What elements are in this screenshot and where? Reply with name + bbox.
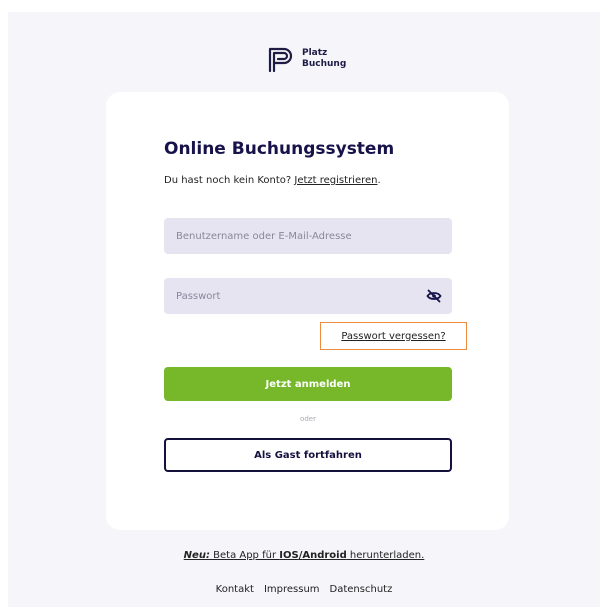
signup-prompt-text: Du hast noch kein Konto? [164, 175, 295, 186]
signup-prompt: Du hast noch kein Konto? Jetzt registrie… [164, 175, 381, 186]
signup-prompt-suffix: . [377, 175, 381, 186]
footer-links: Kontakt Impressum Datenschutz [0, 584, 608, 595]
username-field-container [164, 218, 452, 254]
login-button[interactable]: Jetzt anmelden [164, 367, 452, 401]
logo-line-2: Buchung [302, 59, 347, 69]
password-input[interactable] [164, 278, 452, 314]
footer-link-impressum[interactable]: Impressum [264, 584, 320, 595]
username-input[interactable] [164, 218, 452, 254]
page-title: Online Buchungssystem [164, 139, 395, 159]
app-note-text-1: Beta App für [209, 550, 280, 561]
app-note-text-2: herunterladen. [346, 550, 425, 561]
footer-link-kontakt[interactable]: Kontakt [216, 584, 254, 595]
password-field-container [164, 278, 452, 314]
app-note-android: Android [302, 550, 347, 561]
app-note-prefix: Neu: [183, 550, 210, 561]
footer-link-datenschutz[interactable]: Datenschutz [330, 584, 393, 595]
guest-button[interactable]: Als Gast fortfahren [164, 438, 452, 472]
app-download-link[interactable]: Neu: Beta App für IOS/Android herunterla… [0, 550, 608, 561]
platz-buchung-logo-icon [268, 47, 293, 73]
logo-text: Platz Buchung [302, 48, 346, 70]
forgot-password-highlight: Passwort vergessen? [320, 322, 467, 350]
logo[interactable]: Platz Buchung [264, 44, 346, 74]
logo-line-1: Platz [302, 48, 328, 58]
register-link[interactable]: Jetzt registrieren [294, 175, 377, 186]
app-note-ios: IOS [279, 550, 299, 561]
eye-slash-icon[interactable] [426, 289, 442, 303]
forgot-password-link[interactable]: Passwort vergessen? [341, 331, 445, 342]
or-divider-text: oder [300, 415, 316, 423]
